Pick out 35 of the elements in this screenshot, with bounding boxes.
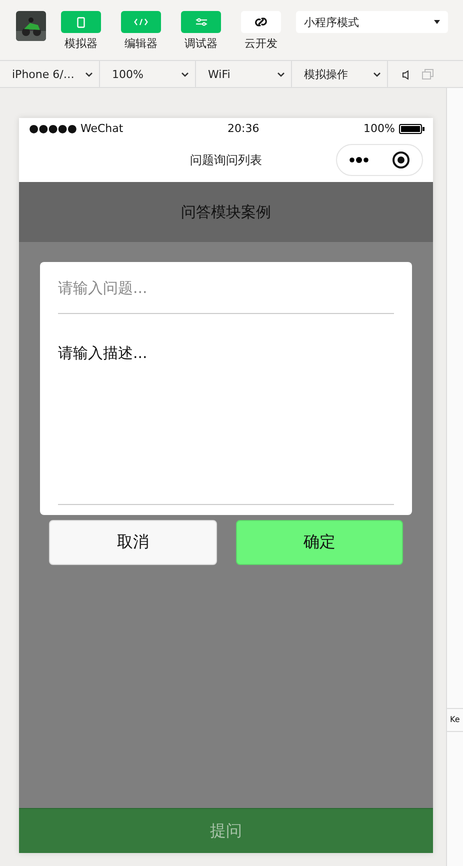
battery-percent: 100% <box>364 122 395 135</box>
sliders-icon <box>196 18 206 26</box>
chevron-down-icon <box>181 72 189 76</box>
chevron-down-icon <box>85 72 93 76</box>
tool-label: 云开发 <box>244 36 278 51</box>
nav-title: 问题询问列表 <box>190 152 262 169</box>
status-time: 20:36 <box>228 122 260 135</box>
cancel-button[interactable]: 取消 <box>49 520 216 565</box>
description-input[interactable]: 请输入描述... <box>40 314 412 515</box>
device-select[interactable]: iPhone 6/… <box>0 61 100 87</box>
close-icon[interactable] <box>392 151 410 169</box>
more-icon[interactable] <box>348 156 369 164</box>
chevron-down-icon <box>373 72 381 76</box>
link-icon <box>254 17 268 27</box>
mode-dropdown[interactable]: 小程序模式 <box>296 11 448 33</box>
tool-label: 调试器 <box>184 36 218 51</box>
speaker-icon[interactable] <box>402 70 410 80</box>
device-select[interactable]: 模拟操作 <box>292 61 388 87</box>
device-select[interactable]: 100% <box>100 61 196 87</box>
tool-label: 编辑器 <box>124 36 158 51</box>
capsule-menu[interactable] <box>336 144 423 176</box>
device-select[interactable]: WiFi <box>196 61 292 87</box>
tool-button[interactable] <box>241 11 281 33</box>
carrier-text: ●●●●● WeChat <box>29 122 124 135</box>
chevron-down-icon <box>277 72 285 76</box>
caret-icon <box>434 20 440 24</box>
code-icon <box>134 18 148 26</box>
question-input[interactable]: 请输入问题... <box>40 262 412 314</box>
phone-icon <box>77 16 85 28</box>
tool-label: 模拟器 <box>64 36 98 51</box>
battery-icon <box>398 124 425 134</box>
header-title: 问答模块案例 <box>181 202 271 222</box>
confirm-button[interactable]: 确定 <box>236 520 403 565</box>
panel-text: Ke <box>447 708 463 732</box>
avatar[interactable] <box>16 11 46 41</box>
